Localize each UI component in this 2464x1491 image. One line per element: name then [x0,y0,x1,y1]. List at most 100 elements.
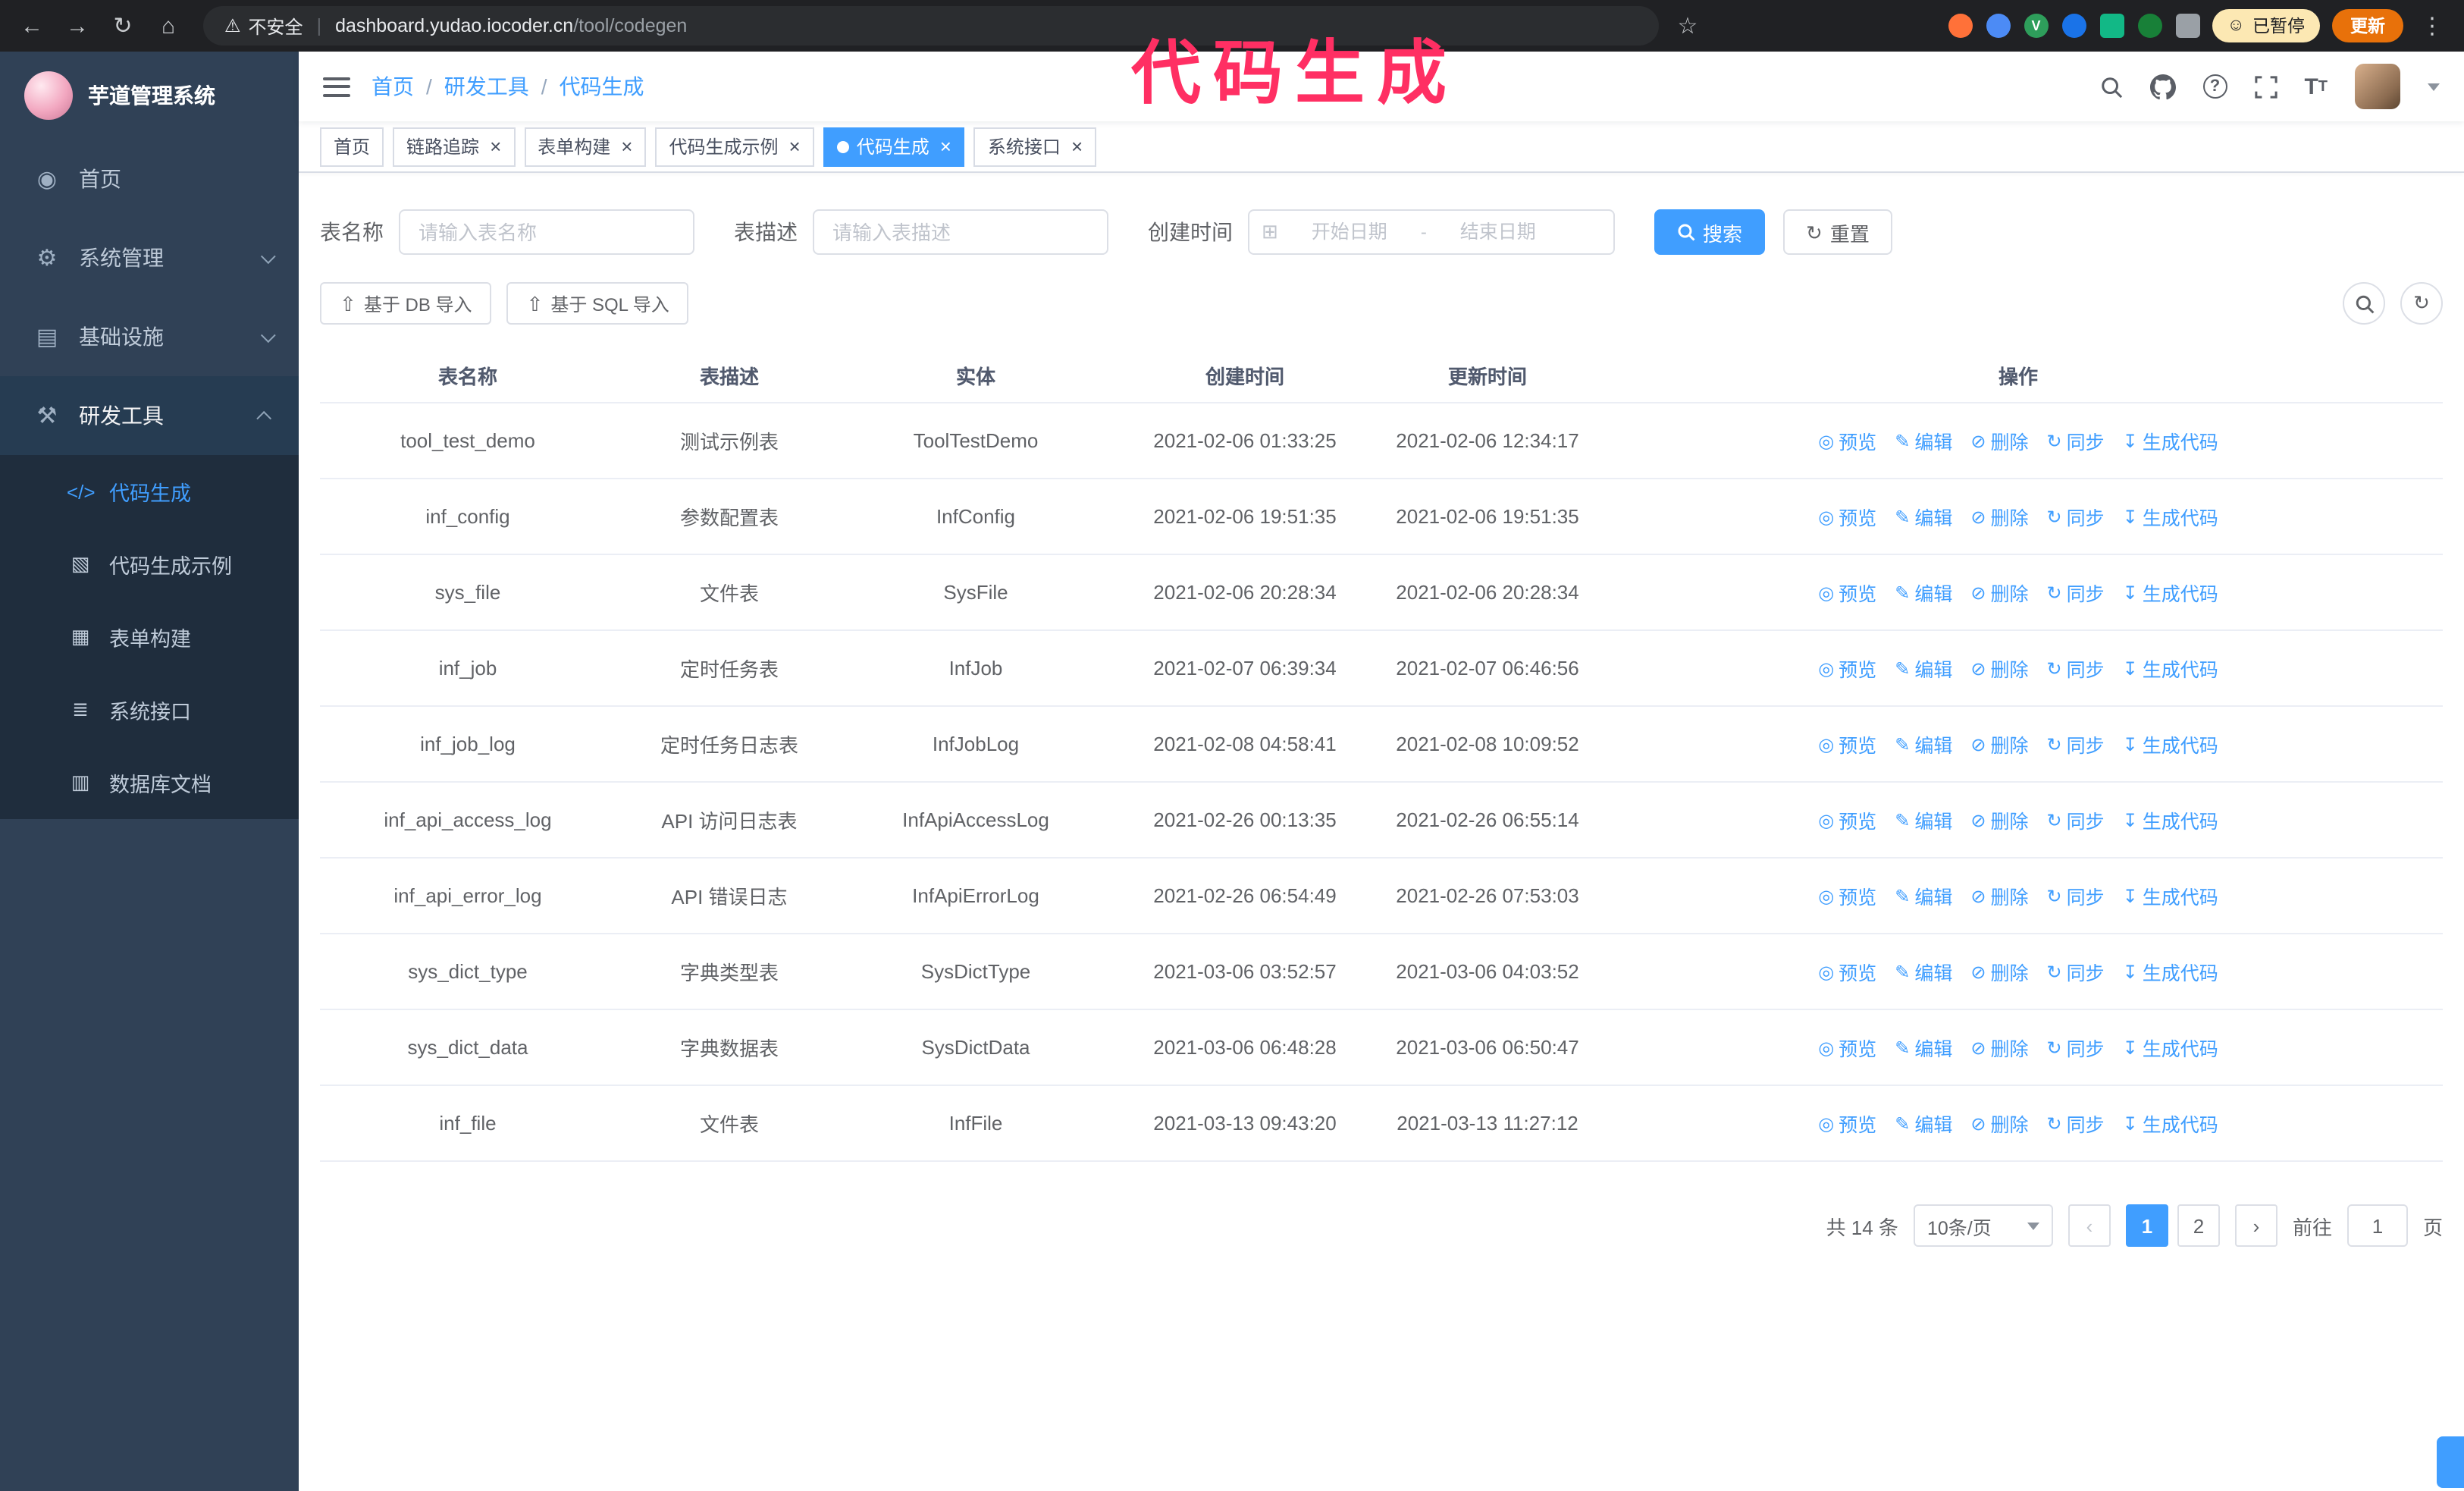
end-date-input[interactable] [1432,221,1563,243]
font-size-icon[interactable]: TT [2304,74,2328,99]
table-desc-input[interactable] [813,209,1108,255]
reload-icon[interactable]: ↻ [106,8,140,44]
address-bar[interactable]: ⚠ 不安全 | dashboard.yudao.iocoder.cn/tool/… [203,6,1659,46]
security-warning[interactable]: ⚠ 不安全 [224,13,303,39]
action-sync-button[interactable]: ↻ 同步 [2047,881,2105,910]
tab-close-icon[interactable]: × [1071,137,1083,156]
action-sync-button[interactable]: ↻ 同步 [2047,426,2105,455]
sidebar-subitem-form-builder[interactable]: ▦ 表单构建 [0,601,299,673]
sidebar-subitem-codegen-example[interactable]: ▧ 代码生成示例 [0,528,299,601]
hamburger-icon[interactable] [323,77,350,96]
green-square-extension-icon[interactable] [2099,14,2124,38]
action-preview-button[interactable]: ◎ 预览 [1818,1033,1876,1062]
action-sync-button[interactable]: ↻ 同步 [2047,1033,2105,1062]
page-button-1[interactable]: 1 [2125,1204,2168,1247]
action-generate-button[interactable]: ↧ 生成代码 [2123,805,2218,834]
avatar[interactable] [2355,64,2400,109]
action-edit-button[interactable]: ✎ 编辑 [1895,881,1952,910]
help-icon[interactable]: ? [2202,74,2227,99]
action-preview-button[interactable]: ◎ 预览 [1818,1109,1876,1138]
tab-tracer[interactable]: 链路追踪 × [393,127,516,166]
tab-close-icon[interactable]: × [940,137,951,156]
sidebar-subitem-codegen[interactable]: </> 代码生成 [0,455,299,528]
action-generate-button[interactable]: ↧ 生成代码 [2123,1033,2218,1062]
goto-page-input[interactable] [2346,1204,2408,1247]
action-generate-button[interactable]: ↧ 生成代码 [2123,654,2218,683]
forward-icon[interactable]: → [61,8,94,44]
prev-page-button[interactable]: ‹ [2067,1204,2111,1247]
action-preview-button[interactable]: ◎ 预览 [1818,426,1876,455]
green-check-extension-icon[interactable]: V [2024,14,2049,38]
import-sql-button[interactable]: ⇧ 基于 SQL 导入 [506,282,689,325]
action-delete-button[interactable]: ⊘ 删除 [1970,426,2028,455]
breadcrumb-item[interactable]: 研发工具 [444,71,529,102]
paused-badge[interactable]: ☺ 已暂停 [2212,9,2320,42]
refresh-table-button[interactable]: ↻ [2400,282,2443,325]
action-preview-button[interactable]: ◎ 预览 [1818,805,1876,834]
search-button[interactable]: 搜索 [1654,209,1766,255]
sidebar-item-dev-tools[interactable]: ⚒ 研发工具 [0,376,299,455]
action-generate-button[interactable]: ↧ 生成代码 [2123,578,2218,607]
action-preview-button[interactable]: ◎ 预览 [1818,578,1876,607]
blue-drop-extension-icon[interactable] [1986,14,2011,38]
action-edit-button[interactable]: ✎ 编辑 [1895,426,1952,455]
action-preview-button[interactable]: ◎ 预览 [1818,730,1876,758]
action-delete-button[interactable]: ⊘ 删除 [1970,805,2028,834]
action-delete-button[interactable]: ⊘ 删除 [1970,578,2028,607]
breadcrumb-item[interactable]: 代码生成 [560,71,644,102]
logo-row[interactable]: 芋道管理系统 [0,52,299,140]
tab-codegen-example[interactable]: 代码生成示例 × [655,127,814,166]
action-sync-button[interactable]: ↻ 同步 [2047,578,2105,607]
action-edit-button[interactable]: ✎ 编辑 [1895,1109,1952,1138]
search-icon[interactable] [2099,75,2122,98]
action-sync-button[interactable]: ↻ 同步 [2047,957,2105,986]
tab-home[interactable]: 首页 [320,127,384,166]
puzzle-extension-icon[interactable] [2175,14,2200,38]
people-extension-icon[interactable] [2061,14,2086,38]
action-edit-button[interactable]: ✎ 编辑 [1895,502,1952,531]
tab-close-icon[interactable]: × [621,137,632,156]
leaf-extension-icon[interactable] [2137,14,2162,38]
action-sync-button[interactable]: ↻ 同步 [2047,502,2105,531]
action-delete-button[interactable]: ⊘ 删除 [1970,502,2028,531]
github-icon[interactable] [2149,74,2176,99]
action-preview-button[interactable]: ◎ 预览 [1818,502,1876,531]
browser-menu-icon[interactable]: ⋮ [2415,8,2449,44]
action-edit-button[interactable]: ✎ 编辑 [1895,957,1952,986]
sidebar-subitem-api[interactable]: ≣ 系统接口 [0,673,299,746]
table-name-input[interactable] [399,209,694,255]
page-size-select[interactable]: 10条/页 [1913,1204,2053,1247]
action-preview-button[interactable]: ◎ 预览 [1818,654,1876,683]
reset-button[interactable]: ↻ 重置 [1783,209,1892,255]
action-delete-button[interactable]: ⊘ 删除 [1970,881,2028,910]
home-icon[interactable]: ⌂ [152,8,185,44]
create-time-range-picker[interactable]: ⊞ - [1248,209,1615,255]
action-edit-button[interactable]: ✎ 编辑 [1895,730,1952,758]
action-generate-button[interactable]: ↧ 生成代码 [2123,502,2218,531]
action-generate-button[interactable]: ↧ 生成代码 [2123,1109,2218,1138]
bookmark-star-icon[interactable]: ☆ [1671,8,1704,44]
tab-codegen[interactable]: 代码生成 × [823,127,965,166]
page-button-2[interactable]: 2 [2177,1204,2220,1247]
orange-extension-icon[interactable] [1948,14,1973,38]
action-edit-button[interactable]: ✎ 编辑 [1895,654,1952,683]
action-edit-button[interactable]: ✎ 编辑 [1895,1033,1952,1062]
tab-close-icon[interactable]: × [490,137,501,156]
fullscreen-icon[interactable] [2254,75,2277,98]
action-preview-button[interactable]: ◎ 预览 [1818,957,1876,986]
action-sync-button[interactable]: ↻ 同步 [2047,805,2105,834]
action-delete-button[interactable]: ⊘ 删除 [1970,654,2028,683]
action-delete-button[interactable]: ⊘ 删除 [1970,957,2028,986]
floating-corner-button[interactable] [2437,1436,2464,1488]
update-button[interactable]: 更新 [2332,9,2403,42]
tab-api[interactable]: 系统接口 × [973,127,1097,166]
tab-form-builder[interactable]: 表单构建 × [524,127,647,166]
avatar-caret-icon[interactable] [2428,83,2440,90]
toggle-search-button[interactable] [2343,282,2385,325]
action-delete-button[interactable]: ⊘ 删除 [1970,1109,2028,1138]
action-delete-button[interactable]: ⊘ 删除 [1970,1033,2028,1062]
next-page-button[interactable]: › [2234,1204,2277,1247]
action-generate-button[interactable]: ↧ 生成代码 [2123,881,2218,910]
action-generate-button[interactable]: ↧ 生成代码 [2123,730,2218,758]
tab-close-icon[interactable]: × [789,137,801,156]
